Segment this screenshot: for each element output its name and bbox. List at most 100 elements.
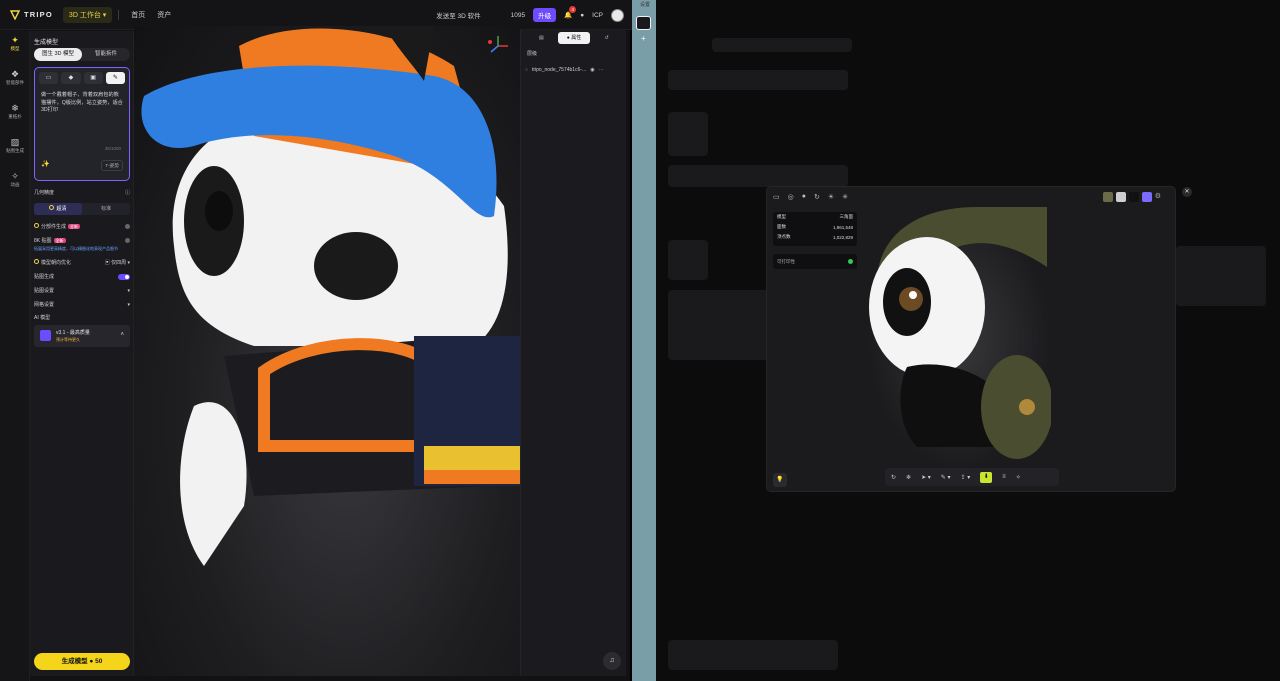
layer-node[interactable]: ◌ tripo_node_7574b1c6-... ◉ ⋯ — [525, 64, 623, 76]
stat-label: 模型 — [777, 214, 786, 219]
texture-icon: ▨ — [10, 137, 20, 147]
mode-segmented-control: 图生 3D 模型 智能拆件 — [34, 48, 130, 61]
tab-properties[interactable]: ● 属性 — [557, 32, 591, 44]
orientation-row: 模型朝向优化 ▣ 仅四周 ▾ — [34, 259, 130, 266]
background-block — [668, 640, 838, 670]
brush-icon[interactable]: ✎ ▾ — [941, 474, 951, 481]
bottom-toolbar: ↻ ❄ ➤ ▾ ✎ ▾ ⇪ ▾ ⬇ ≡ ✧ — [885, 468, 1059, 486]
generate-model-button[interactable]: 生成模型 ● 50 — [34, 653, 130, 670]
ai-model-label: AI 模型 — [34, 315, 51, 321]
texture-settings-row[interactable]: 贴图设置 ▾ — [34, 287, 130, 295]
rail-item-texture[interactable]: ▨ 贴图生成 — [0, 133, 30, 167]
printability-label: 可打印性 — [777, 258, 795, 264]
nav-home[interactable]: 首页 — [131, 10, 145, 20]
rail-item-smart-parts[interactable]: ❖ 智能部件 — [0, 65, 30, 99]
monitor-icon[interactable]: ▭ — [773, 193, 780, 201]
rotate-icon[interactable]: ↻ — [814, 193, 820, 201]
language-label[interactable]: ICP — [592, 12, 603, 19]
bell-icon[interactable]: 🔔 4 — [564, 6, 577, 19]
preview-viewport[interactable] — [867, 207, 1053, 471]
chevron-down-icon: ▾ — [102, 11, 107, 19]
magic-prompt-icon[interactable]: ✨ — [41, 160, 50, 168]
upgrade-button[interactable]: 升级 — [533, 8, 557, 22]
texture-gen-label: 贴图生成 — [34, 274, 55, 280]
orientation-dropdown[interactable]: ▣ 仅四周 ▾ — [105, 259, 130, 266]
node-icon: ◌ — [525, 67, 528, 73]
swatch-purple[interactable] — [1141, 192, 1152, 202]
texture-gen-toggle[interactable] — [118, 273, 130, 280]
eye-icon[interactable]: ◉ — [590, 67, 594, 73]
geometry-label: 几何精度 — [34, 190, 55, 196]
close-icon[interactable]: ✕ — [1182, 187, 1192, 197]
text-mode-icon[interactable]: ✎ — [105, 72, 125, 84]
info-icon[interactable]: ⓘ — [125, 189, 130, 196]
cube-mode-icon[interactable]: ◆ — [61, 72, 81, 84]
side-strip: 设置 + — [632, 0, 656, 681]
swatch-dark[interactable] — [1128, 192, 1139, 202]
part-gen-toggle[interactable] — [125, 224, 130, 229]
send-icon[interactable]: ➤ ▾ — [921, 474, 931, 481]
rail-item-animation[interactable]: ✧ 动画 — [0, 167, 30, 201]
print-icon[interactable]: ≡ — [1002, 474, 1006, 480]
add-icon[interactable]: + — [641, 34, 646, 43]
background-block — [668, 70, 848, 90]
orientation-value: 仅四周 — [111, 260, 127, 266]
send-to-3d-software-link[interactable]: 发送至 3D 软件 — [436, 10, 480, 20]
model-selector[interactable]: v3.1 - 最高质量 预计等待更久 ˄ — [34, 325, 130, 347]
t-pose-button[interactable]: T-姿势 — [101, 160, 123, 171]
prompt-input[interactable]: 做一个戴着帽子、背着双肩包的熊猫摆件，Q版比例，站立姿势，适合3D打印 — [41, 92, 123, 115]
lightbulb-icon[interactable]: 💡 — [773, 473, 787, 487]
background-block — [668, 240, 708, 280]
rail-item-retopology[interactable]: ❄ 重拓扑 — [0, 99, 30, 133]
new-tag: 全新 — [53, 238, 66, 243]
multi-view-icon[interactable]: ▣ — [83, 72, 103, 84]
model-name: v3.1 - 最高质量 — [56, 330, 90, 336]
generate-panel: 生成模型 图生 3D 模型 智能拆件 ▭ ◆ ▣ ✎ 做一个戴着帽子、背着双肩包… — [30, 31, 134, 676]
notification-badge: 4 — [569, 6, 577, 13]
axis-gizmo-icon[interactable] — [486, 34, 510, 56]
settings-icon[interactable]: ⚙ — [1155, 192, 1161, 202]
sun-icon[interactable]: ☀ — [828, 193, 834, 201]
light-icon[interactable]: ✳ — [842, 193, 848, 201]
tab-properties-label: 属性 — [571, 35, 582, 41]
download-icon[interactable]: ⬇ — [980, 471, 993, 483]
image-mode-icon[interactable]: ▭ — [39, 72, 59, 84]
headset-icon[interactable]: ♫ — [603, 652, 621, 670]
wireframe-icon[interactable]: ◎ — [788, 193, 794, 201]
pbr-toggle[interactable] — [125, 238, 130, 243]
rail-item-model[interactable]: ✦ 模型 — [0, 31, 30, 65]
pbr-row: 8K 贴图 全新 — [34, 237, 130, 244]
quality-ultra[interactable]: 超清 — [34, 203, 82, 215]
credits-count: 1095 — [510, 11, 526, 19]
part-gen-label: 分部件生成 — [41, 224, 67, 230]
animate-icon[interactable]: ✧ — [1016, 474, 1021, 481]
tab-image-to-3d[interactable]: 图生 3D 模型 — [34, 48, 82, 61]
nav-assets[interactable]: 资产 — [157, 10, 171, 20]
radio-icon — [49, 205, 55, 210]
quality-standard[interactable]: 标准 — [82, 203, 130, 215]
panda-model-render — [141, 26, 520, 566]
workspace-dropdown[interactable]: 3D 工作台 ▾ — [62, 6, 113, 23]
swatch-light[interactable] — [1115, 192, 1126, 202]
tab-history-icon[interactable]: ↺ — [590, 32, 623, 44]
stat-row: 面数 1,961,548 — [773, 222, 857, 232]
more-icon[interactable]: ⋯ — [599, 67, 604, 73]
mesh-settings-row[interactable]: 网格设置 ▾ — [34, 301, 130, 309]
swatch-olive[interactable] — [1102, 192, 1113, 202]
retopo-icon[interactable]: ❄ — [906, 474, 911, 481]
share-icon[interactable]: ⇪ ▾ — [961, 474, 971, 481]
rail-label: 贴图生成 — [6, 148, 24, 153]
radio-icon — [34, 223, 39, 228]
avatar[interactable] — [611, 8, 624, 22]
tab-smart-split[interactable]: 智能拆件 — [82, 48, 130, 61]
3d-viewport[interactable] — [134, 26, 520, 676]
chat-icon[interactable]: ● — [580, 12, 584, 19]
properties-panel: ▤ ● 属性 ↺ 层级 ◌ tripo_node_7574b1c6-... ◉ … — [520, 30, 626, 676]
solid-icon[interactable]: ● — [802, 193, 806, 201]
stat-label: 面数 — [777, 224, 786, 229]
reset-icon[interactable]: ↻ — [891, 474, 896, 481]
tab-layers-icon[interactable]: ▤ — [525, 32, 558, 44]
app-switch-icon[interactable] — [636, 16, 651, 30]
layers-heading: 层级 — [527, 51, 538, 57]
brand-logo[interactable]: TRIPO — [10, 9, 53, 20]
